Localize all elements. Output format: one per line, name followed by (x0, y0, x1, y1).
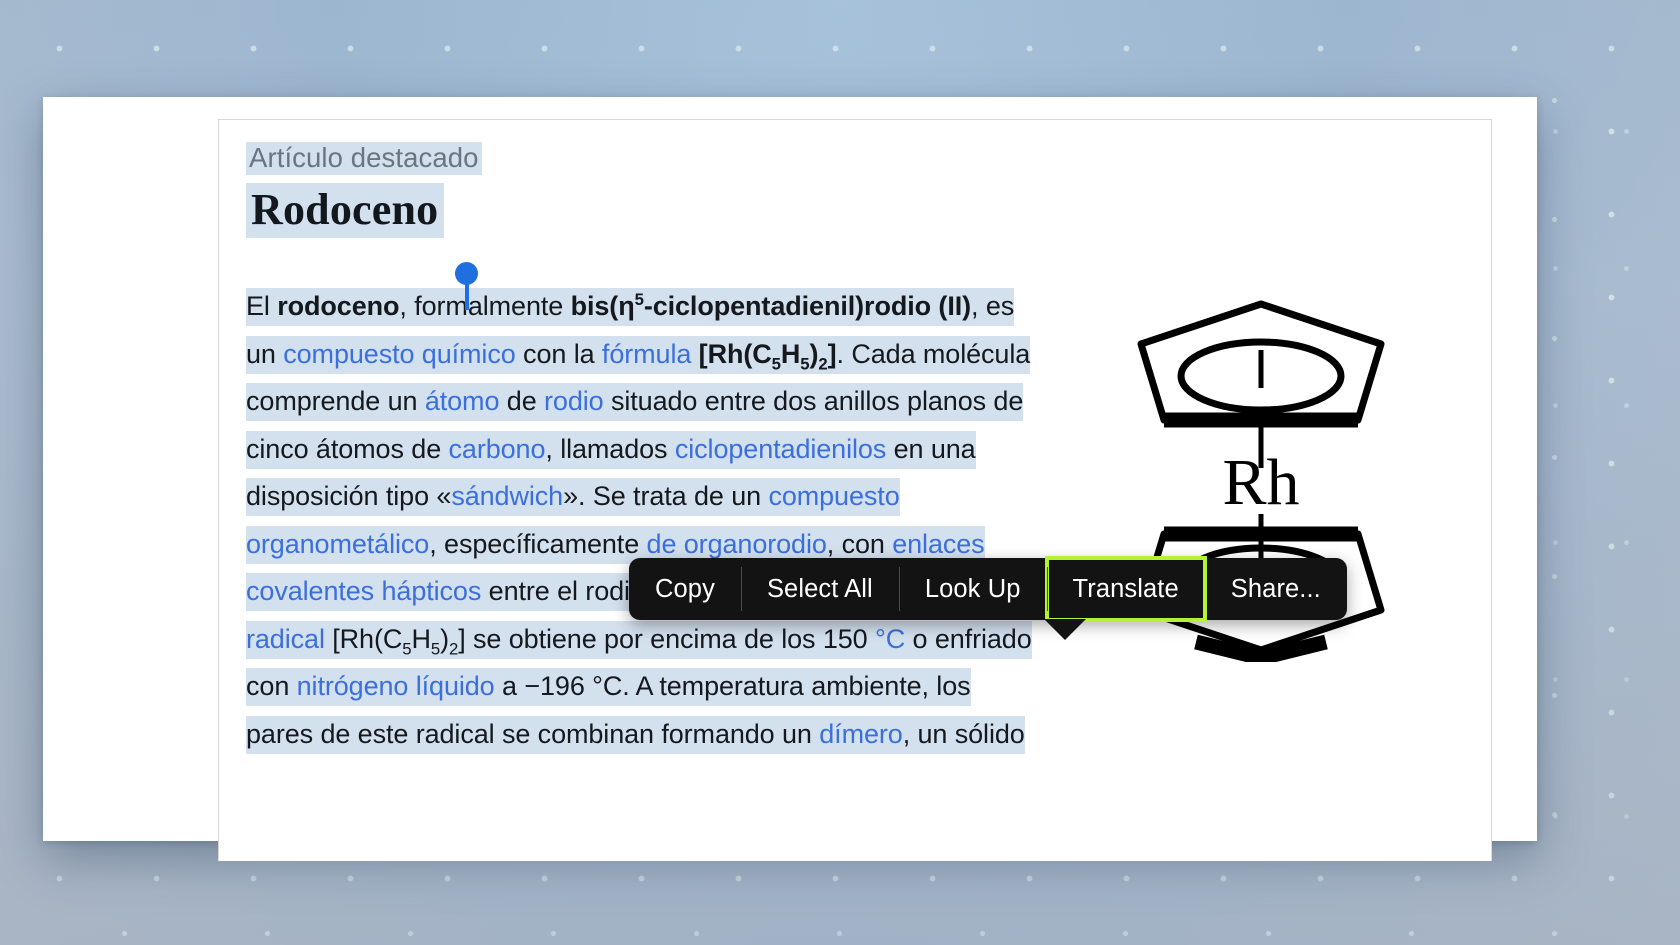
article-tagline: Artículo destacado (246, 142, 482, 175)
metal-atom-label: Rh (1222, 446, 1299, 519)
link-atomo[interactable]: átomo (425, 386, 500, 416)
link-sandwich[interactable]: sándwich (451, 481, 563, 511)
text-selection-context-menu[interactable]: Copy Select All Look Up Translate Share.… (629, 556, 1347, 640)
article-title-row: Rodoceno (246, 175, 1406, 268)
menu-item-share[interactable]: Share... (1205, 558, 1347, 620)
article-body: Artículo destacado Rodoceno El rodoceno,… (246, 142, 1406, 758)
link-rodio[interactable]: rodio (544, 386, 604, 416)
selection-start-stem (465, 273, 469, 310)
link-radical[interactable]: radical (246, 624, 325, 654)
article-content-frame: Artículo destacado Rodoceno El rodoceno,… (218, 119, 1492, 861)
link-ciclopentadienilos[interactable]: ciclopentadienilos (675, 434, 886, 464)
link-de-organorodio[interactable]: de organorodio (647, 529, 827, 559)
link-dimero[interactable]: dímero (819, 719, 903, 749)
menu-item-copy[interactable]: Copy (629, 558, 741, 620)
document-page: Artículo destacado Rodoceno El rodoceno,… (43, 97, 1537, 861)
link-formula[interactable]: fórmula (602, 339, 691, 369)
menu-item-look-up[interactable]: Look Up (898, 558, 1047, 620)
desktop-background: Artículo destacado Rodoceno El rodoceno,… (0, 0, 1680, 945)
page-title: Rodoceno (246, 182, 445, 238)
link-compuesto-quimico[interactable]: compuesto químico (283, 339, 516, 369)
context-menu-pointer-arrow (1044, 619, 1086, 640)
article-paragraph: El rodoceno, formalmente bis(η5-ciclopen… (246, 283, 1036, 758)
selection-start-handle[interactable] (455, 262, 479, 310)
menu-item-select-all[interactable]: Select All (740, 558, 899, 620)
article-tagline-row: Artículo destacado (246, 142, 1406, 175)
link-nitrogeno-liquido[interactable]: nitrógeno líquido (297, 671, 495, 701)
menu-item-translate[interactable]: Translate (1044, 556, 1207, 622)
paragraph-text-run: El rodoceno, formalmente bis(η5-ciclopen… (246, 288, 1032, 754)
link-carbono[interactable]: carbono (449, 434, 546, 464)
link-grados-celsius[interactable]: °C (875, 624, 905, 654)
